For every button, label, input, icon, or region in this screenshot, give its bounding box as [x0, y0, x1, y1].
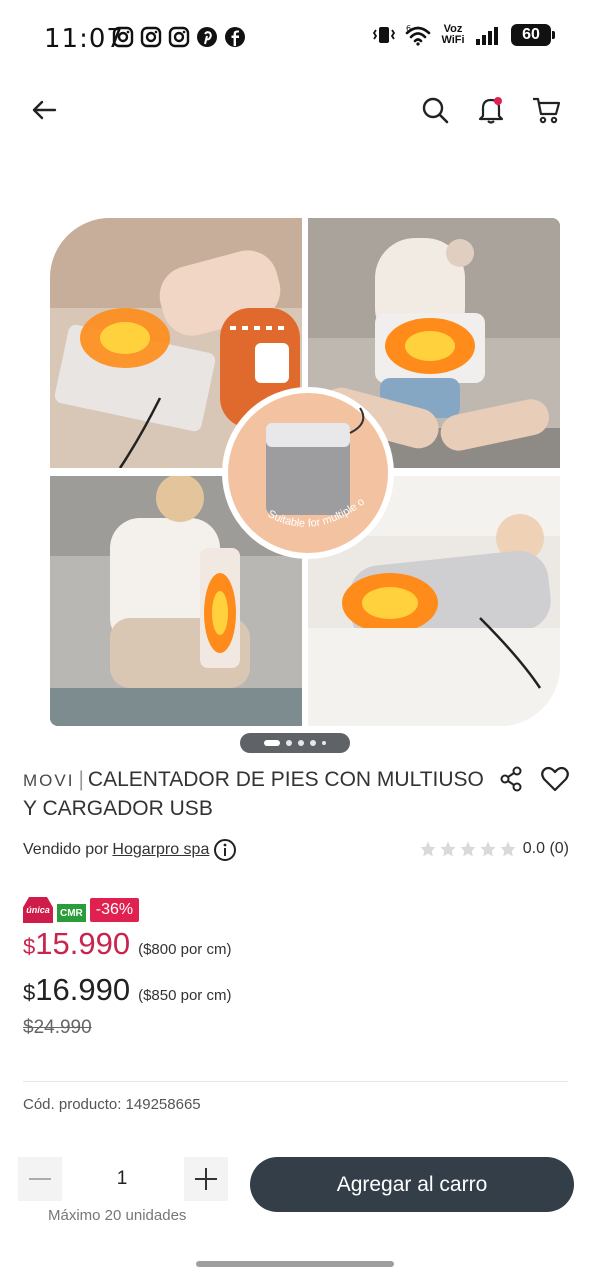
- product-title-block: MOVI | CALENTADOR DE PIES CON MULTIUSO Y C…: [23, 766, 493, 823]
- star-icon: [500, 841, 516, 857]
- battery-indicator: 60: [511, 24, 555, 46]
- product-code: Cód. producto: 149258665: [23, 1096, 201, 1113]
- price-normal-row: $16.990 ($850 por cm): [23, 972, 231, 1008]
- product-image-carousel[interactable]: Suitable for multiple occasions: [50, 218, 560, 726]
- brand-name[interactable]: MOVI: [23, 771, 74, 790]
- unica-badge: única: [23, 897, 53, 923]
- minus-icon: [29, 1178, 51, 1180]
- status-bar: 11:07 6 Voz WiFi 60: [0, 0, 591, 72]
- favorite-button[interactable]: [541, 766, 569, 797]
- quantity-value[interactable]: 1: [100, 1168, 144, 1190]
- title-separator: |: [78, 768, 84, 791]
- image-pager[interactable]: [240, 733, 350, 753]
- price-cmr-row: $15.990 ($800 por cm): [23, 926, 231, 962]
- price-cmr-unit: ($800 por cm): [138, 941, 232, 958]
- info-icon[interactable]: [213, 838, 237, 862]
- voz-wifi-label: Voz WiFi: [441, 23, 465, 46]
- signal-icon: [476, 27, 498, 45]
- system-icons: 6 Voz WiFi 60: [371, 23, 555, 46]
- rating[interactable]: 0.0 (0): [419, 840, 569, 858]
- pager-dot[interactable]: [298, 740, 304, 746]
- discount-badge: -36%: [89, 898, 140, 922]
- quantity-decrease-button[interactable]: [18, 1157, 62, 1201]
- price-cmr: $15.990: [23, 926, 130, 962]
- price-normal-value: 16.990: [35, 972, 131, 1007]
- currency-symbol: $: [23, 934, 36, 959]
- pinterest-icon: [196, 26, 218, 48]
- product-photo: Suitable for multiple occasions: [50, 218, 560, 726]
- top-navigation: [0, 84, 591, 136]
- quantity-increase-button[interactable]: [184, 1157, 228, 1201]
- star-icon: [480, 841, 496, 857]
- arrow-left-icon: [32, 100, 57, 120]
- home-indicator[interactable]: [196, 1261, 394, 1267]
- price-normal: $16.990: [23, 972, 130, 1008]
- instagram-icon: [168, 26, 190, 48]
- instagram-icon: [140, 26, 162, 48]
- add-to-cart-button[interactable]: Agregar al carro: [250, 1157, 574, 1212]
- divider: [23, 1081, 568, 1082]
- price-badges: única CMR -36%: [23, 897, 140, 923]
- seller-info: Vendido por Hogarpro spa: [23, 838, 237, 862]
- share-icon: [500, 766, 522, 792]
- price-cmr-value: 15.990: [35, 926, 131, 961]
- notification-icons: [112, 26, 246, 48]
- title-actions: [499, 766, 569, 797]
- instagram-icon: [112, 26, 134, 48]
- plus-icon: [195, 1168, 217, 1190]
- price-normal-unit: ($850 por cm): [138, 987, 232, 1004]
- star-icon: [420, 841, 436, 857]
- notifications-button[interactable]: [473, 92, 509, 128]
- wifi-icon: 6: [405, 24, 431, 46]
- pager-dot[interactable]: [310, 740, 316, 746]
- vibrate-icon: [372, 27, 396, 43]
- bell-icon: [478, 97, 504, 124]
- cmr-badge: CMR: [57, 904, 86, 922]
- quantity-max-label: Máximo 20 unidades: [48, 1207, 187, 1224]
- pager-dot[interactable]: [286, 740, 292, 746]
- price-old: $24.990: [23, 1017, 92, 1038]
- search-icon: [422, 97, 449, 124]
- seller-label: Vendido por: [23, 841, 109, 858]
- seller-link[interactable]: Hogarpro spa: [112, 841, 209, 859]
- star-rating: [419, 840, 517, 858]
- pager-dot[interactable]: [264, 740, 280, 746]
- pager-dot[interactable]: [322, 741, 326, 745]
- currency-symbol: $: [23, 980, 36, 1005]
- cart-icon: [533, 97, 561, 124]
- cart-button[interactable]: [528, 92, 564, 128]
- share-button[interactable]: [499, 766, 523, 797]
- search-button[interactable]: [417, 92, 453, 128]
- back-button[interactable]: [26, 92, 62, 128]
- product-name: CALENTADOR DE PIES CON MULTIUSO Y CARGAD…: [23, 768, 484, 820]
- product-title: MOVI | CALENTADOR DE PIES CON MULTIUSO Y C…: [23, 766, 493, 823]
- facebook-icon: [224, 26, 246, 48]
- star-icon: [440, 841, 456, 857]
- rating-value: 0.0 (0): [522, 840, 569, 857]
- heart-icon: [541, 766, 569, 792]
- svg-text:6: 6: [406, 24, 411, 33]
- star-icon: [460, 841, 476, 857]
